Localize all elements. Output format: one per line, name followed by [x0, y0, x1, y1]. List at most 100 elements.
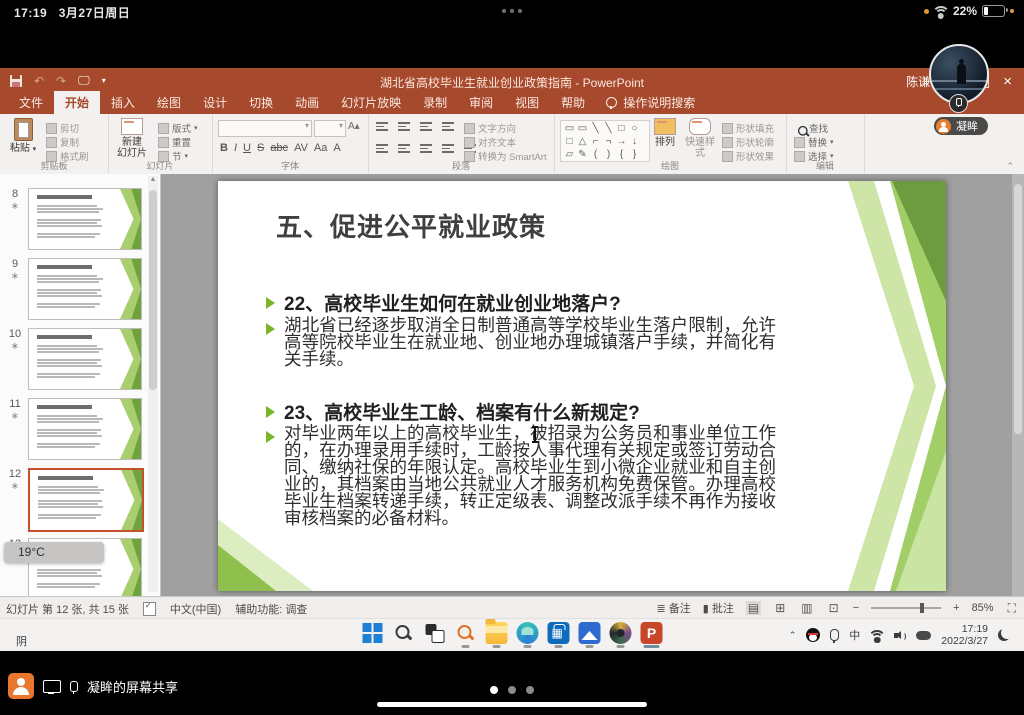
shape-icon[interactable]: □: [615, 123, 628, 135]
cut-button[interactable]: 剪切: [46, 121, 79, 135]
qq-tray-icon[interactable]: [806, 628, 820, 642]
tab-开始[interactable]: 开始: [54, 91, 100, 114]
replace-button[interactable]: 替换 ▾: [794, 135, 834, 149]
question-23[interactable]: 23、高校毕业生工龄、档案有什么新规定?: [284, 398, 640, 425]
thumbnail-scrollbar[interactable]: ▲: [148, 176, 158, 592]
start-slideshow-icon[interactable]: 🖵: [78, 73, 90, 88]
grow-font-icon[interactable]: A▴: [348, 121, 360, 132]
slide-thumbnail-10[interactable]: [28, 328, 142, 390]
bullets-icon[interactable]: [376, 122, 388, 131]
shape-icon[interactable]: ↓: [628, 136, 641, 148]
slide-thumbnail-12[interactable]: [28, 468, 144, 532]
tell-me-search[interactable]: 操作说明搜索: [596, 91, 705, 114]
font-tool-b[interactable]: B: [220, 142, 228, 154]
shape-icon[interactable]: ▭: [563, 123, 576, 135]
shape-icon[interactable]: →: [615, 136, 628, 148]
normal-view-icon[interactable]: ▤: [746, 601, 761, 615]
numbering-icon[interactable]: [398, 122, 410, 131]
customize-qat-icon[interactable]: ▾: [102, 76, 106, 85]
font-tool-s[interactable]: S: [257, 142, 264, 154]
slide-thumbnail-9[interactable]: [28, 258, 142, 320]
tab-切换[interactable]: 切换: [238, 91, 284, 114]
shapes-gallery[interactable]: ▭▭╲╲□○□△⌐¬→↓▱✎(){}: [560, 120, 650, 162]
tab-帮助[interactable]: 帮助: [550, 91, 596, 114]
taskbar-search-icon[interactable]: [392, 622, 416, 648]
find-button[interactable]: 查找: [794, 121, 828, 135]
shape-icon[interactable]: □: [563, 136, 576, 148]
reading-view-icon[interactable]: ▥: [799, 601, 814, 615]
font-tool-a[interactable]: A: [333, 142, 340, 154]
zoom-in-icon[interactable]: +: [953, 602, 959, 614]
reset-button[interactable]: 重置: [158, 135, 191, 149]
home-indicator[interactable]: [377, 702, 647, 707]
slideshow-view-icon[interactable]: ⊡: [827, 601, 841, 615]
zoom-slider[interactable]: [871, 607, 941, 609]
undo-icon[interactable]: ↶: [34, 74, 44, 88]
new-slide-button[interactable]: 新建 幻灯片: [112, 118, 152, 159]
tab-审阅[interactable]: 审阅: [458, 91, 504, 114]
font-tool-i[interactable]: I: [234, 142, 237, 154]
account-name[interactable]: 陈谦: [906, 73, 930, 90]
align-center-icon[interactable]: [398, 144, 410, 153]
tab-绘图[interactable]: 绘图: [146, 91, 192, 114]
slide-sorter-view-icon[interactable]: ⊞: [773, 601, 787, 615]
shape-icon[interactable]: ○: [628, 123, 641, 135]
collapse-ribbon-icon[interactable]: ⌃: [1006, 161, 1014, 172]
taskbar-search-orange-icon[interactable]: [454, 622, 478, 648]
taskbar-store-icon[interactable]: [547, 622, 571, 648]
cloud-tray-icon[interactable]: [916, 631, 931, 640]
tab-视图[interactable]: 视图: [504, 91, 550, 114]
shape-icon[interactable]: △: [576, 136, 589, 148]
list-buttons[interactable]: [376, 122, 461, 134]
redo-icon[interactable]: ↷: [56, 74, 66, 88]
ime-indicator[interactable]: 中: [849, 627, 860, 643]
font-tool-aa[interactable]: Aa: [314, 142, 327, 154]
share-app-icon[interactable]: [8, 673, 34, 699]
tray-overflow-icon[interactable]: ⌃: [789, 630, 797, 641]
taskbar-start-icon[interactable]: [361, 622, 385, 648]
font-name-combo[interactable]: [218, 120, 312, 137]
close-window-button[interactable]: ×: [1003, 75, 1012, 89]
copy-button[interactable]: 复制: [46, 135, 79, 149]
spellcheck-icon[interactable]: [143, 602, 156, 616]
font-tool-u[interactable]: U: [243, 142, 251, 154]
main-scrollbar[interactable]: [1012, 174, 1024, 596]
shape-icon[interactable]: ╲: [602, 123, 615, 135]
tab-设计[interactable]: 设计: [192, 91, 238, 114]
decrease-indent-icon[interactable]: [420, 122, 432, 131]
justify-icon[interactable]: [442, 144, 454, 153]
fit-to-window-icon[interactable]: ⛶: [1006, 601, 1018, 616]
increase-indent-icon[interactable]: [442, 122, 454, 131]
tab-插入[interactable]: 插入: [100, 91, 146, 114]
layout-button[interactable]: 版式 ▾: [158, 121, 198, 135]
answer-22[interactable]: 湖北省已经逐步取消全日制普通高等学校毕业生落户限制，允许高等院校毕业生在就业地、…: [284, 317, 776, 368]
tab-文件[interactable]: 文件: [8, 91, 54, 114]
taskbar-browser-icon[interactable]: [609, 622, 633, 648]
slide-title[interactable]: 五、促进公平就业政策: [276, 207, 546, 244]
question-22[interactable]: 22、高校毕业生如何在就业创业地落户?: [284, 289, 621, 316]
zoom-out-icon[interactable]: −: [853, 602, 859, 614]
quick-styles-button[interactable]: 快速样式: [682, 118, 718, 159]
shape-icon[interactable]: ▭: [576, 123, 589, 135]
weather-widget-condition[interactable]: 阴: [16, 633, 27, 649]
tab-幻灯片放映[interactable]: 幻灯片放映: [330, 91, 412, 114]
align-right-icon[interactable]: [420, 144, 432, 153]
font-tool-abc[interactable]: abc: [270, 142, 288, 154]
focus-assist-icon[interactable]: [998, 629, 1010, 641]
taskbar-explorer-icon[interactable]: [485, 622, 509, 648]
text-direction-button[interactable]: 文字方向: [464, 121, 516, 135]
shape-fill-button[interactable]: 形状填充: [722, 121, 774, 135]
tab-录制[interactable]: 录制: [412, 91, 458, 114]
taskbar-edge-icon[interactable]: [516, 622, 540, 648]
slide-thumbnail-8[interactable]: [28, 188, 142, 250]
comments-toggle[interactable]: ▮ 批注: [703, 600, 734, 616]
accessibility-status[interactable]: 辅助功能: 调查: [235, 601, 307, 617]
slide-canvas[interactable]: 五、促进公平就业政策 22、高校毕业生如何在就业创业地落户? 湖北省已经逐步取消…: [218, 181, 946, 591]
align-left-icon[interactable]: [376, 144, 388, 153]
paste-button[interactable]: 粘贴 ▾: [6, 118, 40, 155]
notes-toggle[interactable]: ≣ 备注: [656, 600, 690, 616]
slide-thumbnail-11[interactable]: [28, 398, 142, 460]
zoom-level[interactable]: 85%: [972, 602, 994, 614]
shape-icon[interactable]: ⌐: [589, 136, 602, 148]
answer-23[interactable]: 对毕业两年以上的高校毕业生，被招录为公务员和事业单位工作的，在办理录用手续时，工…: [284, 425, 776, 527]
